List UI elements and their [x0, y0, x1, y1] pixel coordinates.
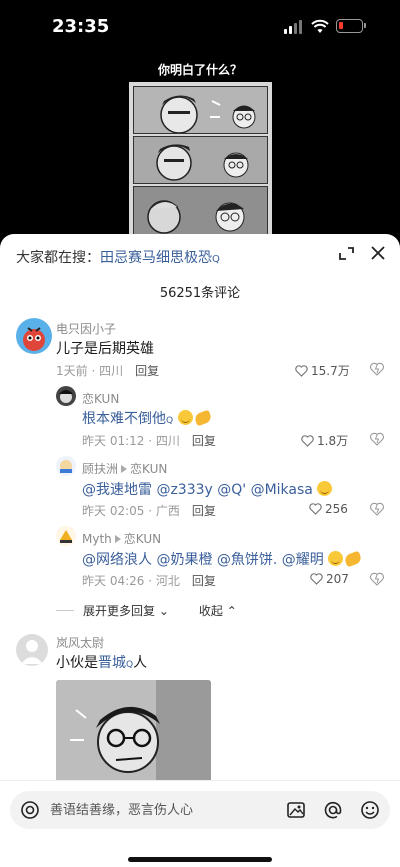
smile-emoji-icon: [328, 551, 344, 566]
expand-icon[interactable]: [338, 245, 356, 263]
hand-emoji-icon: [343, 550, 363, 568]
reply-text: @我速地雷 @z333y @Q' @Mikasa: [82, 479, 333, 499]
wifi-icon: [311, 19, 329, 33]
reply-time: 昨天 02:05 · 广西: [82, 504, 180, 518]
avatar[interactable]: [16, 318, 52, 354]
dislike-icon[interactable]: [370, 572, 384, 586]
reply-target[interactable]: 恋KUN: [130, 462, 167, 476]
battery-icon: [336, 19, 366, 33]
heart-icon: [301, 434, 314, 447]
search-icon: Q: [212, 254, 220, 265]
image-icon[interactable]: [286, 800, 306, 820]
avatar[interactable]: [16, 634, 48, 666]
reply-button[interactable]: 回复: [135, 364, 159, 378]
chevron-up-icon: ⌃: [226, 604, 237, 618]
comment-image[interactable]: [56, 680, 211, 790]
video-caption: 你明白了什么？: [157, 63, 242, 77]
reply-arrow-icon: [114, 535, 121, 543]
like-button[interactable]: 15.7万: [295, 362, 350, 379]
dislike-icon[interactable]: [370, 432, 384, 446]
smile-emoji-icon: [317, 481, 333, 496]
comment-sheet: 大家都在搜：田忌赛马细思极恐Q 56251条评论 电只因小子 儿子是后期英雄 1…: [0, 234, 400, 867]
comment-input-bar: [0, 780, 400, 867]
video-comic-image[interactable]: [129, 82, 272, 242]
comment-meta: 1天前 · 四川 回复: [56, 362, 159, 379]
reply-time: 昨天 01:12 · 四川: [82, 434, 180, 448]
reply-username: 顾扶洲 恋KUN: [82, 460, 167, 477]
like-button[interactable]: 256: [309, 502, 348, 516]
comment-username[interactable]: 电只因小子: [56, 320, 116, 337]
reply-text: 根本难不倒他Q: [82, 408, 213, 428]
reply-button[interactable]: 回复: [192, 574, 216, 588]
reply-target[interactable]: 恋KUN: [124, 532, 161, 546]
reply-text: @网络浪人 @奶果橙 @魚饼饼. @耀明: [82, 549, 363, 569]
status-bar: 23:35: [0, 0, 400, 52]
emoji-icon[interactable]: [360, 800, 380, 820]
collapse-replies-button[interactable]: 收起 ⌃: [199, 602, 237, 619]
like-button[interactable]: 207: [310, 572, 349, 586]
reply-text-link[interactable]: 根本难不倒他: [82, 411, 166, 427]
comment-input-box[interactable]: [10, 791, 390, 829]
hand-emoji-icon: [192, 409, 213, 427]
like-button[interactable]: 1.8万: [301, 432, 348, 449]
search-term-link[interactable]: 田忌赛马细思极恐: [100, 250, 212, 266]
comment-username[interactable]: 岚风太尉: [56, 634, 104, 651]
comment-text: 小伙是晋城Q人: [56, 655, 148, 671]
avatar[interactable]: [56, 386, 76, 406]
reply-time: 昨天 04:26 · 河北: [82, 574, 180, 588]
like-count: 256: [325, 502, 348, 516]
smile-emoji-icon: [177, 410, 193, 425]
like-count: 1.8万: [317, 434, 349, 448]
reply-button[interactable]: 回复: [192, 504, 216, 518]
dislike-icon[interactable]: [370, 502, 384, 516]
reply-arrow-icon: [121, 465, 128, 473]
like-count: 207: [326, 572, 349, 586]
like-count: 15.7万: [311, 364, 350, 378]
reply-button[interactable]: 回复: [192, 434, 216, 448]
search-prefix: 大家都在搜：: [16, 250, 100, 266]
divider: [56, 610, 74, 611]
avatar[interactable]: [56, 456, 76, 476]
close-icon[interactable]: [369, 244, 387, 262]
heart-icon: [295, 364, 308, 377]
at-icon[interactable]: [323, 800, 343, 820]
dislike-icon[interactable]: [370, 362, 384, 376]
reply-author[interactable]: 顾扶洲: [82, 462, 118, 476]
comment-input[interactable]: [50, 791, 250, 829]
reply-meta: 昨天 01:12 · 四川 回复: [82, 432, 216, 449]
status-time: 23:35: [52, 16, 110, 37]
search-icon: Q: [166, 416, 174, 426]
signal-icon: [284, 20, 304, 34]
reply-meta: 昨天 04:26 · 河北 回复: [82, 572, 216, 589]
camera-icon[interactable]: [20, 800, 40, 820]
comment-count: 56251条评论: [159, 286, 241, 301]
comment-time: 1天前 · 四川: [56, 364, 124, 378]
reply-controls: 展开更多回复 ⌄ 收起 ⌃: [56, 602, 237, 619]
reply-meta: 昨天 02:05 · 广西 回复: [82, 502, 216, 519]
chevron-down-icon: ⌄: [158, 604, 169, 618]
reply-mentions[interactable]: @网络浪人 @奶果橙 @魚饼饼. @耀明: [82, 552, 324, 568]
reply-username: Myth 恋KUN: [82, 530, 161, 547]
heart-icon: [310, 573, 323, 585]
expand-replies-button[interactable]: 展开更多回复 ⌄: [83, 602, 169, 619]
reply-mentions[interactable]: @我速地雷 @z333y @Q' @Mikasa: [82, 482, 313, 498]
reply-author[interactable]: Myth: [82, 532, 112, 546]
comment-text: 儿子是后期英雄: [56, 341, 154, 357]
reply-username[interactable]: 恋KUN: [82, 390, 119, 407]
avatar[interactable]: [56, 526, 76, 546]
home-indicator[interactable]: [128, 857, 272, 862]
comment-text-link[interactable]: 晋城: [98, 655, 126, 671]
search-suggestion[interactable]: 大家都在搜：田忌赛马细思极恐Q: [16, 247, 220, 267]
heart-icon: [309, 503, 322, 515]
